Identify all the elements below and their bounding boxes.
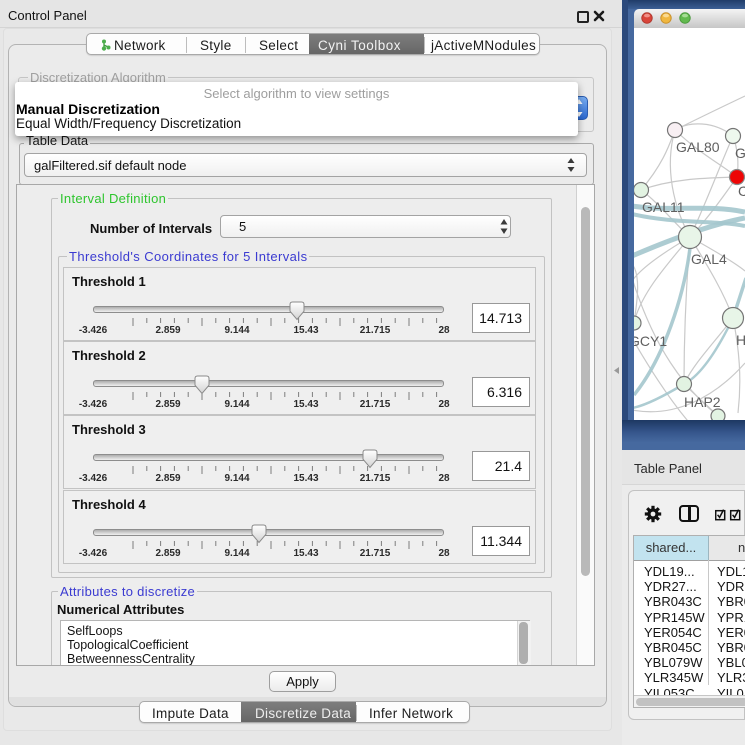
svg-text:GCY1: GCY1 [634,333,667,349]
svg-text:C: C [738,183,745,199]
svg-text:GA: GA [735,145,745,161]
svg-text:H: H [736,332,745,348]
svg-text:HAP2: HAP2 [684,394,721,410]
svg-text:GAL11: GAL11 [642,199,685,215]
svg-text:GAL4: GAL4 [691,251,727,267]
svg-text:GAL80: GAL80 [676,139,720,155]
